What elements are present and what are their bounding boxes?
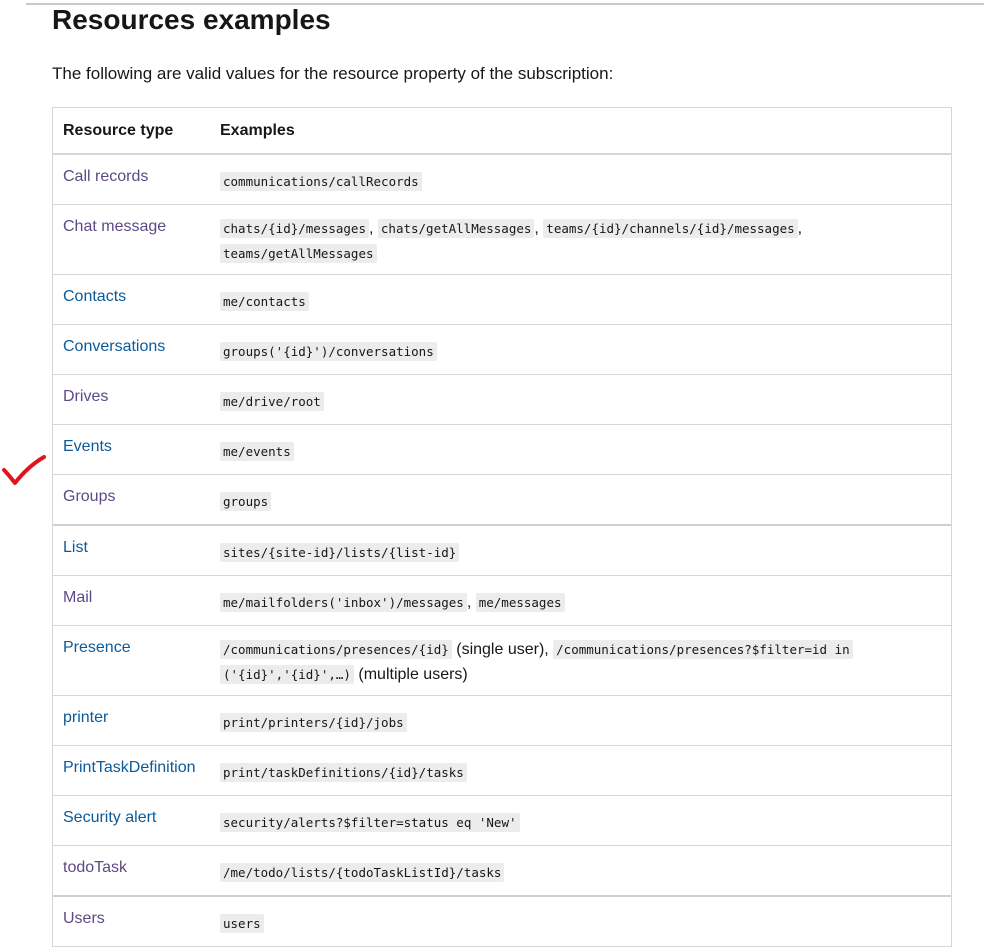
example-code: me/messages <box>475 593 565 612</box>
table-header-row: Resource type Examples <box>53 108 951 155</box>
link-presence[interactable]: Presence <box>63 639 131 656</box>
table-row: Events me/events <box>53 424 951 475</box>
table-row: Users users <box>53 895 951 946</box>
example-code: groups <box>220 492 272 511</box>
table-row: Chat message chats/{id}/messages, chats/… <box>53 204 951 275</box>
link-printer[interactable]: printer <box>63 709 108 726</box>
table-row: Mail me/mailfolders('inbox')/messages, m… <box>53 575 951 626</box>
link-chat-message[interactable]: Chat message <box>63 218 166 235</box>
presence-note-multiple: (multiple users) <box>358 666 468 683</box>
example-code: users <box>220 914 264 933</box>
link-print-task-definition[interactable]: PrintTaskDefinition <box>63 759 196 776</box>
example-code: groups('{id}')/conversations <box>220 342 437 361</box>
link-mail[interactable]: Mail <box>63 589 92 606</box>
link-groups[interactable]: Groups <box>63 488 115 505</box>
table-row: PrintTaskDefinition print/taskDefinition… <box>53 745 951 796</box>
example-code: teams/{id}/channels/{id}/messages <box>543 219 798 238</box>
link-contacts[interactable]: Contacts <box>63 288 126 305</box>
table-row: Contacts me/contacts <box>53 274 951 325</box>
example-code: print/taskDefinitions/{id}/tasks <box>220 763 467 782</box>
table-row: Call records communications/callRecords <box>53 154 951 205</box>
example-code: me/events <box>220 442 294 461</box>
table-row: todoTask /me/todo/lists/{todoTaskListId}… <box>53 845 951 896</box>
example-code: sites/{site-id}/lists/{list-id} <box>220 543 460 562</box>
table-row: Conversations groups('{id}')/conversatio… <box>53 324 951 375</box>
example-code: communications/callRecords <box>220 172 422 191</box>
table-row: printer print/printers/{id}/jobs <box>53 695 951 746</box>
link-drives[interactable]: Drives <box>63 388 108 405</box>
example-code: chats/{id}/messages <box>220 219 369 238</box>
example-code: me/drive/root <box>220 392 324 411</box>
table-row: Security alert security/alerts?$filter=s… <box>53 795 951 846</box>
example-code: teams/getAllMessages <box>220 244 377 263</box>
example-code: security/alerts?$filter=status eq 'New' <box>220 813 520 832</box>
example-code: /communications/presences/{id} <box>220 640 452 659</box>
intro-text: The following are valid values for the r… <box>52 64 614 83</box>
checkmark-icon <box>2 455 46 485</box>
example-code: /me/todo/lists/{todoTaskListId}/tasks <box>220 863 505 882</box>
link-events[interactable]: Events <box>63 438 112 455</box>
link-conversations[interactable]: Conversations <box>63 338 165 355</box>
example-code: me/contacts <box>220 292 309 311</box>
example-code: ('{id}','{id}',…) <box>220 665 354 684</box>
example-code: me/mailfolders('inbox')/messages <box>220 593 467 612</box>
presence-note-single: (single user) <box>456 641 545 658</box>
link-call-records[interactable]: Call records <box>63 168 148 185</box>
resources-table: Resource type Examples Call records comm… <box>52 107 952 947</box>
header-examples: Examples <box>210 108 951 155</box>
table-row: Drives me/drive/root <box>53 374 951 425</box>
link-users[interactable]: Users <box>63 910 105 927</box>
link-todo-task[interactable]: todoTask <box>63 859 127 876</box>
table-row: Presence /communications/presences/{id} … <box>53 625 951 696</box>
link-list[interactable]: List <box>63 539 88 556</box>
example-code: /communications/presences?$filter=id in <box>553 640 853 659</box>
table-row: List sites/{site-id}/lists/{list-id} <box>53 524 951 576</box>
table-row: Groups groups <box>53 474 951 525</box>
page-title: Resources examples <box>52 4 331 35</box>
example-code: print/printers/{id}/jobs <box>220 713 407 732</box>
header-resource-type: Resource type <box>53 108 210 155</box>
example-code: chats/getAllMessages <box>377 219 535 238</box>
link-security-alert[interactable]: Security alert <box>63 809 156 826</box>
